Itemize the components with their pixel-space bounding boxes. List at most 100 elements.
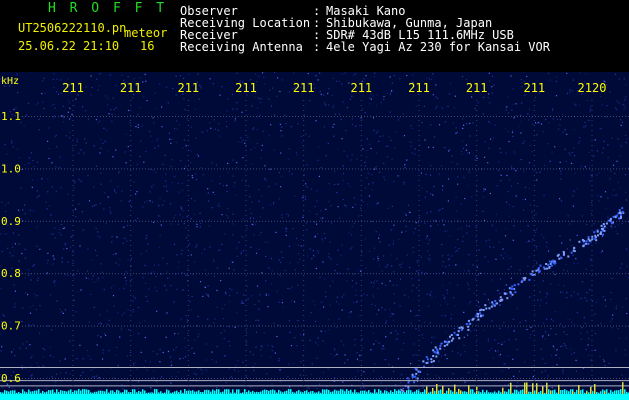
noise-speck xyxy=(366,156,368,158)
noise-speck xyxy=(201,252,203,255)
trail-point xyxy=(509,291,512,294)
signal-spike xyxy=(526,382,528,394)
noise-speck xyxy=(46,262,48,264)
noise-speck xyxy=(483,188,485,190)
grid-dot xyxy=(523,168,524,170)
noise-speck xyxy=(175,75,177,77)
noise-speck xyxy=(144,73,146,75)
grid-dot xyxy=(412,273,413,275)
grid-dot xyxy=(358,325,359,327)
noise-speck xyxy=(488,121,490,123)
grid-dot xyxy=(433,220,434,222)
grid-dot xyxy=(607,220,608,222)
trail-point xyxy=(412,376,415,379)
baseline-spike xyxy=(320,392,322,394)
noise-speck xyxy=(158,205,160,207)
noise-speck xyxy=(491,86,493,88)
noise-speck xyxy=(555,333,557,335)
noise-speck xyxy=(439,208,441,210)
noise-speck xyxy=(164,154,166,157)
noise-speck xyxy=(410,145,412,147)
noise-speck xyxy=(146,200,148,202)
grid-dot xyxy=(373,168,374,170)
noise-speck xyxy=(178,191,180,193)
noise-speck xyxy=(161,126,163,128)
noise-speck xyxy=(467,282,469,284)
baseline-spike xyxy=(520,390,522,394)
noise-speck xyxy=(507,355,509,357)
grid-dot xyxy=(370,220,371,222)
noise-speck xyxy=(84,138,86,140)
grid-dot xyxy=(304,377,305,379)
grid-dot xyxy=(451,220,452,222)
noise-speck xyxy=(178,261,180,263)
noise-speck xyxy=(305,374,307,376)
noise-speck xyxy=(39,305,41,307)
noise-speck xyxy=(466,123,468,125)
noise-speck xyxy=(249,351,251,353)
noise-speck xyxy=(41,93,43,95)
grid-dot xyxy=(586,273,587,275)
noise-speck xyxy=(196,153,198,156)
grid-dot xyxy=(97,325,98,327)
noise-speck xyxy=(466,225,468,227)
grid-dot xyxy=(259,116,260,118)
noise-speck xyxy=(250,386,252,388)
baseline-spike xyxy=(398,389,400,394)
noise-speck xyxy=(602,296,604,298)
grid-dot xyxy=(211,377,212,379)
noise-speck xyxy=(238,141,240,143)
noise-speck xyxy=(39,248,41,250)
noise-speck xyxy=(56,300,58,302)
noise-speck xyxy=(429,239,431,241)
noise-speck xyxy=(456,131,458,133)
noise-speck xyxy=(62,121,65,123)
noise-speck xyxy=(508,295,510,297)
baseline-spike xyxy=(488,392,490,394)
noise-speck xyxy=(383,95,385,98)
noise-speck xyxy=(199,167,201,169)
noise-speck xyxy=(25,114,27,116)
noise-speck xyxy=(249,196,251,198)
noise-speck xyxy=(42,347,44,350)
noise-speck xyxy=(327,368,329,370)
grid-dot xyxy=(322,220,323,222)
noise-speck xyxy=(183,98,185,100)
noise-speck xyxy=(278,301,280,303)
noise-speck xyxy=(361,251,363,253)
noise-speck xyxy=(625,337,627,340)
grid-dot xyxy=(97,377,98,379)
grid-dot xyxy=(604,220,605,222)
noise-speck xyxy=(246,253,248,255)
signal-spike xyxy=(590,386,592,394)
noise-speck xyxy=(293,301,296,303)
grid-dot xyxy=(199,116,200,118)
baseline-spike xyxy=(224,389,226,394)
noise-speck xyxy=(244,269,246,271)
trail-point xyxy=(556,254,559,257)
noise-speck xyxy=(507,96,509,98)
noise-speck xyxy=(56,78,58,80)
noise-speck xyxy=(191,347,193,349)
noise-speck xyxy=(318,146,320,148)
noise-speck xyxy=(112,253,115,256)
baseline-spike xyxy=(112,390,114,394)
grid-dot xyxy=(409,116,410,118)
grid-dot xyxy=(25,325,26,327)
grid-dot xyxy=(22,168,23,170)
noise-speck xyxy=(585,125,587,127)
grid-dot xyxy=(256,273,257,275)
grid-dot xyxy=(550,377,551,379)
baseline-spike xyxy=(286,390,288,394)
noise-speck xyxy=(42,356,44,358)
baseline-spike xyxy=(518,391,520,394)
noise-speck xyxy=(85,142,87,144)
noise-speck xyxy=(512,103,514,105)
noise-speck xyxy=(434,336,436,338)
grid-dot xyxy=(70,220,71,222)
grid-dot xyxy=(427,220,428,222)
noise-speck xyxy=(346,107,348,109)
baseline-spike xyxy=(76,390,78,394)
noise-speck xyxy=(64,309,66,311)
grid-dot xyxy=(151,220,152,222)
